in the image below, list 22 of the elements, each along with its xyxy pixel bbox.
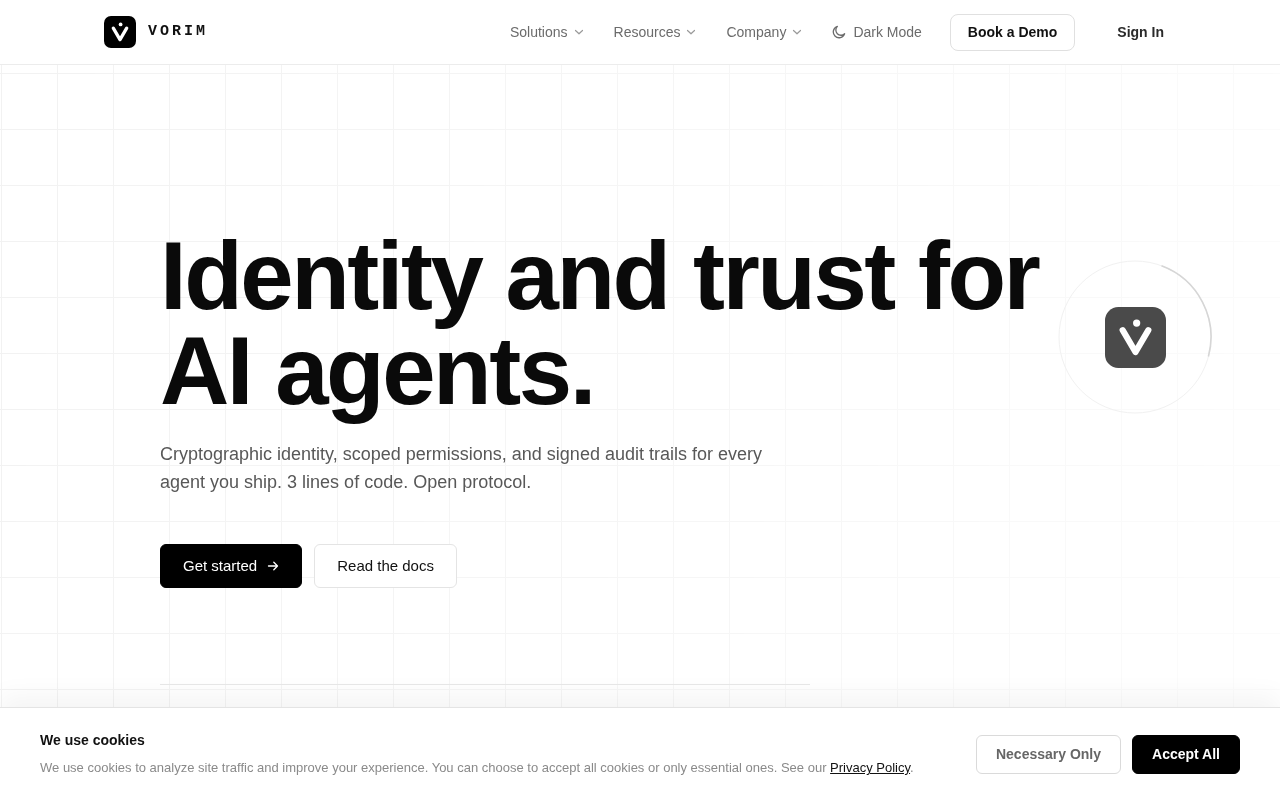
get-started-button[interactable]: Get started xyxy=(160,544,303,588)
necessary-only-button[interactable]: Necessary Only xyxy=(975,734,1122,774)
moon-icon xyxy=(832,25,847,39)
v-logo-icon xyxy=(104,16,136,48)
sign-in-link[interactable]: Sign In xyxy=(1105,21,1176,43)
read-docs-button[interactable]: Read the docs xyxy=(314,544,457,588)
chevron-down-icon xyxy=(573,27,584,37)
dark-mode-toggle[interactable]: Dark Mode xyxy=(832,21,922,43)
hero-subtitle: Cryptographic identity, scoped permissions, and signed audit trails for every agent you ship. 3 lines of code. Open protocol. xyxy=(160,443,763,494)
book-demo-button[interactable]: Book a Demo xyxy=(949,13,1076,51)
cookie-title: We use cookies xyxy=(40,731,146,751)
hero-headline: Identity and trust for AI agents. xyxy=(160,221,1040,426)
brand-name: VORIM xyxy=(148,21,208,42)
chevron-down-icon xyxy=(792,27,803,37)
cookie-notice-text: We use cookies to analyze site traffic and improve your experience. You can choose to accept all cookies or only essential ones. See our Privacy Policy. xyxy=(40,759,915,778)
nav-dropdown[interactable]: Company xyxy=(726,21,803,43)
nav-dropdown[interactable]: Resources xyxy=(613,21,697,43)
accept-all-button[interactable]: Accept All xyxy=(1132,734,1240,774)
nav-dropdown[interactable]: Solutions xyxy=(509,21,584,43)
chevron-down-icon xyxy=(686,27,697,37)
arrow-right-icon xyxy=(267,560,280,572)
v-logo-icon xyxy=(1105,307,1166,368)
